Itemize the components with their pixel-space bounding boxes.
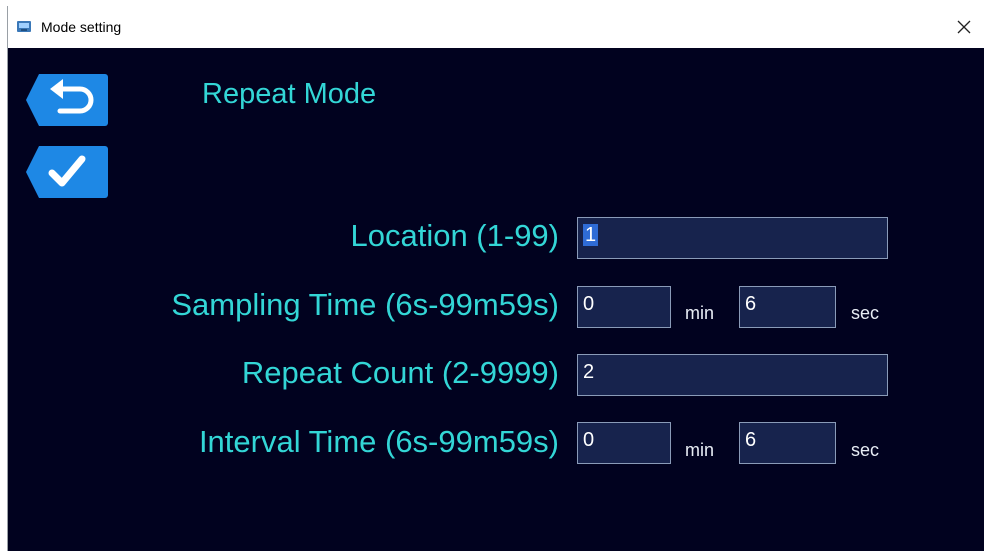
title-bar: Mode setting: [8, 6, 984, 48]
content-area: Repeat Mode Location (1-99) 1 Sampling T…: [8, 48, 984, 551]
sampling-time-sec-unit: sec: [851, 303, 880, 323]
page-title: Repeat Mode: [202, 78, 377, 110]
sampling-time-label: Sampling Time (6s-99m59s): [171, 287, 559, 322]
close-icon: [957, 20, 971, 34]
window-title: Mode setting: [41, 19, 122, 35]
interval-time-sec-input[interactable]: 6: [739, 422, 836, 464]
sampling-time-sec-input[interactable]: 6: [739, 286, 836, 328]
interval-time-min-unit: min: [685, 440, 715, 460]
interval-time-min-input[interactable]: 0: [577, 422, 671, 464]
app-icon: [17, 21, 31, 32]
repeat-count-input[interactable]: 2: [577, 354, 888, 396]
checkmark-icon: [26, 146, 108, 198]
mode-setting-window: Mode setting Repeat Mode Location (1-99)…: [7, 6, 984, 551]
interval-time-label: Interval Time (6s-99m59s): [198, 424, 559, 459]
repeat-count-label: Repeat Count (2-9999): [241, 355, 559, 390]
back-button[interactable]: [25, 72, 109, 128]
location-value: 1: [583, 224, 599, 246]
sampling-time-min-input[interactable]: 0: [577, 286, 671, 328]
sampling-time-min-unit: min: [685, 303, 715, 323]
confirm-button[interactable]: [25, 144, 109, 200]
close-button[interactable]: [949, 13, 979, 41]
return-arrow-icon: [26, 74, 108, 126]
location-label: Location (1-99): [350, 218, 559, 253]
interval-time-sec-unit: sec: [851, 440, 880, 460]
location-input[interactable]: 1: [577, 217, 888, 259]
